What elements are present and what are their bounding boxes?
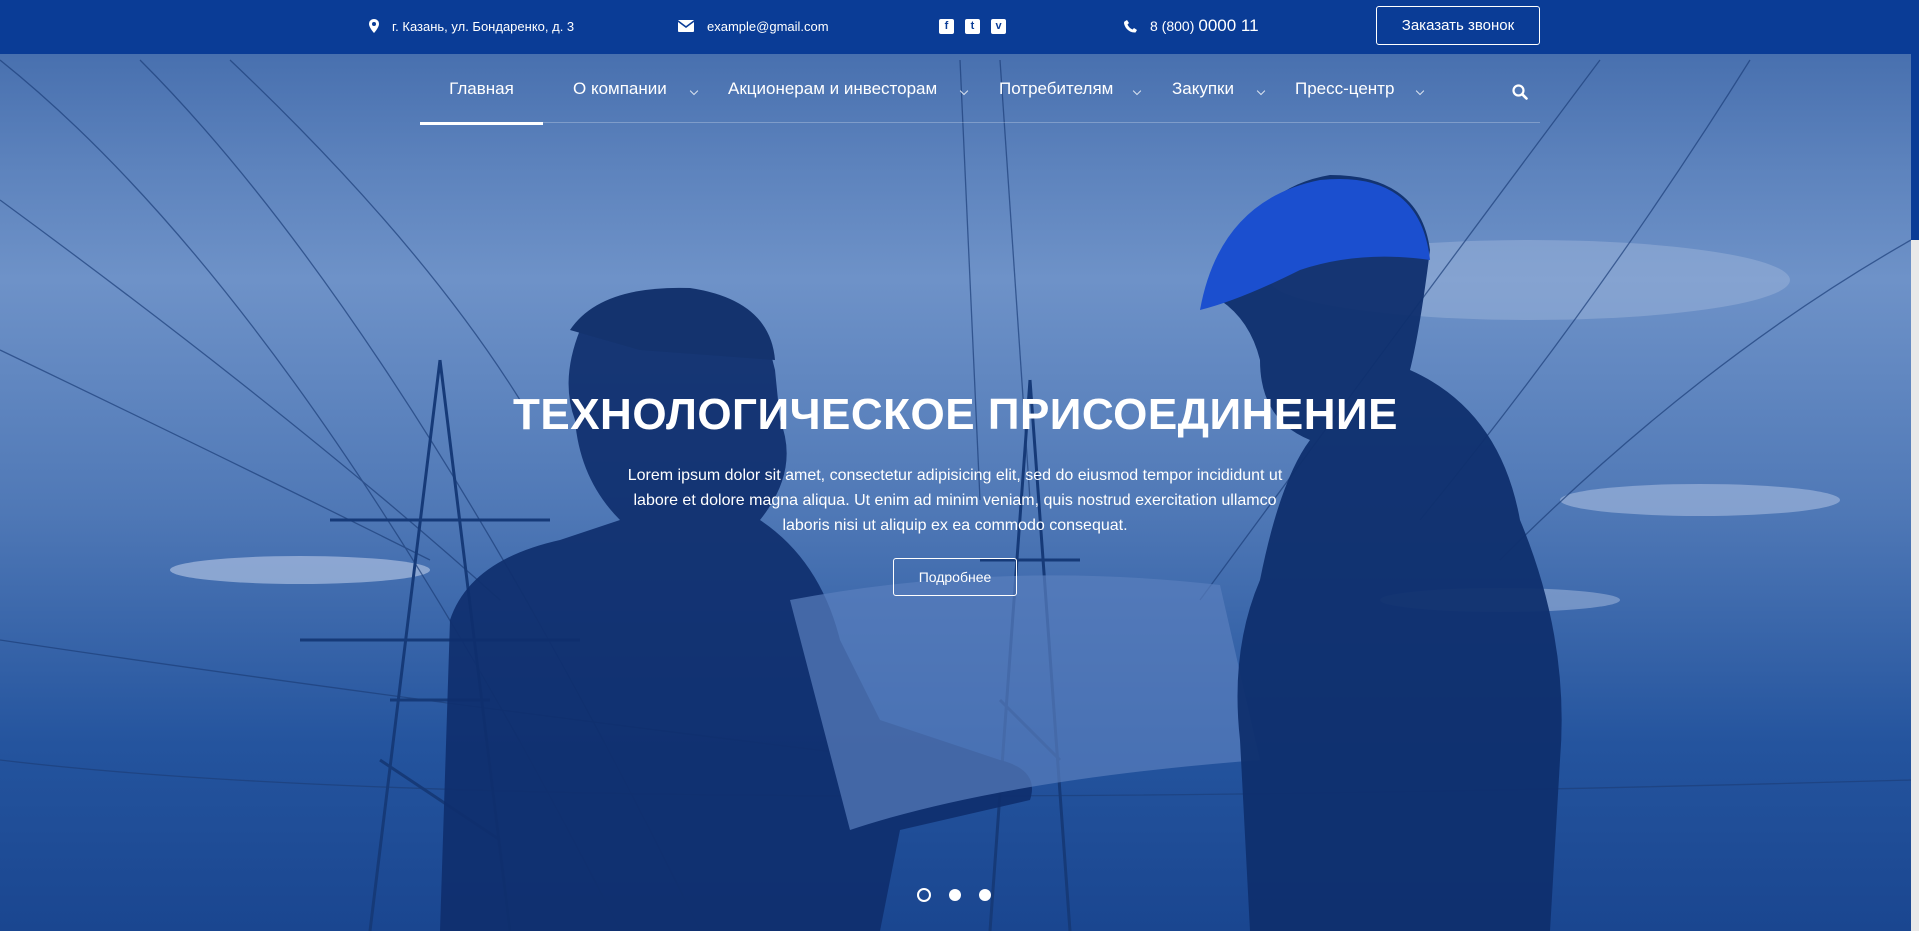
nav-item-label: Пресс-центр bbox=[1295, 78, 1395, 98]
chevron-down-icon[interactable] bbox=[959, 86, 969, 96]
slider-dot[interactable] bbox=[949, 889, 961, 901]
callback-button[interactable]: Заказать звонок bbox=[1376, 6, 1540, 45]
nav-item-press[interactable]: Пресс-центр bbox=[1295, 54, 1394, 123]
phone-number: 0000 11 bbox=[1198, 16, 1259, 35]
topbar: г. Казань, ул. Бондаренко, д. 3 example@… bbox=[0, 0, 1911, 54]
chevron-down-icon[interactable] bbox=[689, 86, 699, 96]
email-text[interactable]: example@gmail.com bbox=[707, 19, 829, 34]
nav-item-purchases[interactable]: Закупки bbox=[1172, 54, 1234, 123]
email[interactable]: example@gmail.com bbox=[678, 0, 829, 52]
slider-dot[interactable] bbox=[979, 889, 991, 901]
nav-item-label: Акционерам и инвесторам bbox=[728, 78, 938, 98]
facebook-icon[interactable]: f bbox=[939, 18, 954, 34]
address: г. Казань, ул. Бондаренко, д. 3 bbox=[369, 0, 574, 52]
chevron-down-icon[interactable] bbox=[1256, 86, 1266, 96]
nav-item-home[interactable]: Главная bbox=[420, 54, 543, 125]
slider-dot[interactable] bbox=[917, 888, 931, 902]
vimeo-icon[interactable]: v bbox=[991, 18, 1006, 34]
chevron-down-icon[interactable] bbox=[1415, 86, 1425, 96]
nav-item-label: Закупки bbox=[1172, 78, 1234, 98]
phone-prefix: 8 (800) bbox=[1150, 18, 1195, 34]
nav-item-consumers[interactable]: Потребителям bbox=[999, 54, 1113, 123]
nav-item-label: Главная bbox=[449, 78, 514, 98]
phone-icon bbox=[1124, 19, 1137, 33]
map-pin-icon bbox=[369, 19, 379, 33]
chevron-down-icon[interactable] bbox=[1132, 86, 1142, 96]
nav-item-label: О компании bbox=[573, 78, 667, 98]
scrollbar-thumb[interactable] bbox=[1911, 0, 1919, 240]
nav-item-label: Потребителям bbox=[999, 78, 1114, 98]
envelope-icon bbox=[678, 20, 694, 32]
hero-title: ТЕХНОЛОГИЧЕСКОЕ ПРИСОЕДИНЕНИЕ bbox=[512, 390, 1399, 439]
address-text: г. Казань, ул. Бондаренко, д. 3 bbox=[392, 18, 575, 34]
nav-item-investors[interactable]: Акционерам и инвесторам bbox=[728, 54, 937, 123]
twitter-icon[interactable]: t bbox=[965, 18, 980, 34]
nav-item-about[interactable]: О компании bbox=[573, 54, 667, 123]
main-nav: Главная О компании Акционерам и инвестор… bbox=[420, 54, 1540, 125]
hero-text: Lorem ipsum dolor sit amet, consectetur … bbox=[627, 467, 1283, 534]
slider-dots bbox=[917, 888, 991, 902]
more-button[interactable]: Подробнее bbox=[893, 558, 1017, 596]
social-links: f t v bbox=[939, 0, 1006, 52]
phone[interactable]: 8 (800) 0000 11 bbox=[1124, 0, 1259, 52]
search-icon[interactable] bbox=[1512, 84, 1528, 100]
